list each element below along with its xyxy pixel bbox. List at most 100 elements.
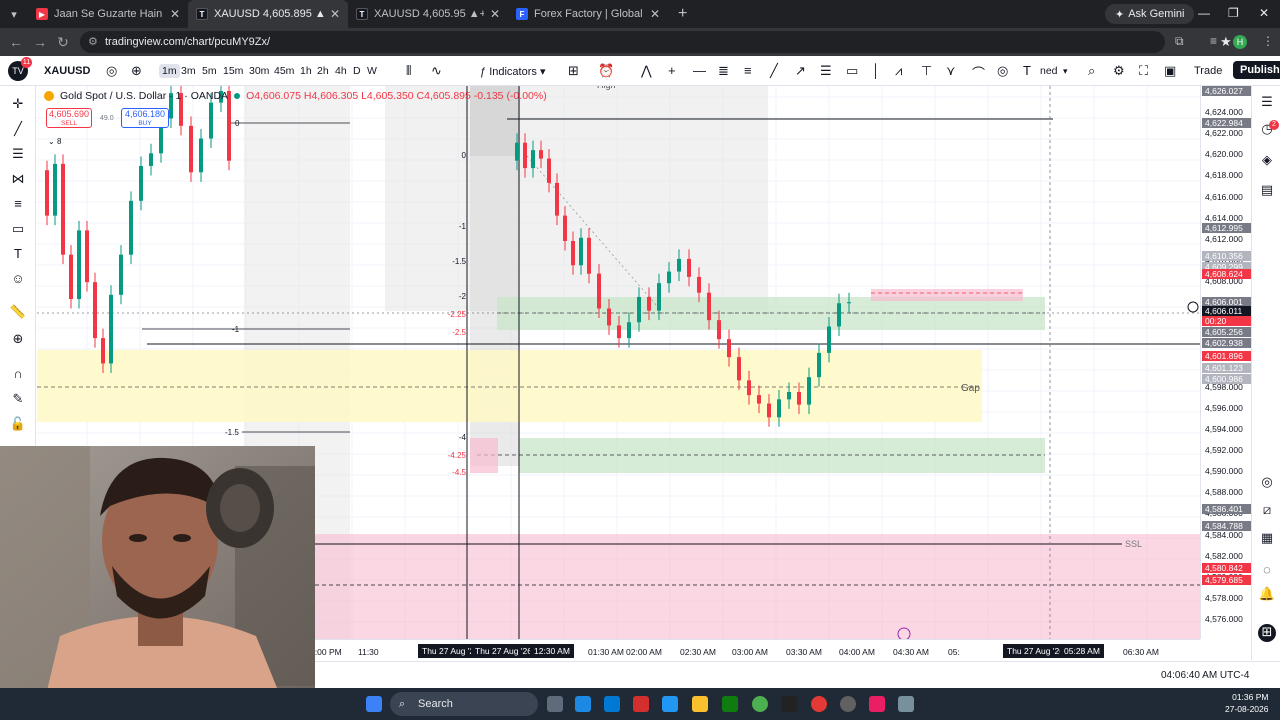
file-explorer-icon[interactable]: [692, 696, 708, 712]
zoom-search-icon[interactable]: ⌕: [1088, 63, 1095, 79]
circle-icon[interactable]: ◎: [997, 63, 1008, 79]
timeframe-15m[interactable]: 15m: [223, 65, 243, 77]
telegram-icon[interactable]: [869, 696, 885, 712]
settings-gear-icon[interactable]: ⚙: [1113, 63, 1125, 79]
watch-icon[interactable]: ◎: [106, 63, 117, 79]
red-app-icon[interactable]: [633, 696, 649, 712]
path-icon[interactable]: ⋎: [946, 63, 956, 79]
settings-app-icon[interactable]: [898, 696, 914, 712]
bookmark-star-icon[interactable]: ★: [1220, 31, 1232, 53]
alert-icon[interactable]: ⏰: [598, 63, 614, 79]
brush-icon[interactable]: ⌒: [972, 63, 985, 82]
crosshair-tool-icon[interactable]: +: [668, 63, 676, 78]
ask-gemini-button[interactable]: ✦ Ask Gemini: [1105, 4, 1195, 24]
timeframe-1h[interactable]: 1h: [300, 65, 312, 77]
url-input[interactable]: ⚙ tradingview.com/chart/pcuMY9Zx/ ★: [80, 31, 1232, 53]
timeframe-45m[interactable]: 45m: [274, 65, 294, 77]
vertical-line-icon[interactable]: │: [872, 63, 880, 78]
timeframe-30m[interactable]: 30m: [249, 65, 269, 77]
tab-xauusd-active[interactable]: T XAUUSD 4,605.895 ▲+0.24% U ✕: [188, 0, 348, 28]
crosshair-icon[interactable]: ✛: [9, 96, 27, 114]
emoji-icon[interactable]: ☺: [9, 271, 27, 289]
fib-tool-icon[interactable]: ☰: [9, 146, 27, 164]
ray-icon[interactable]: ↗: [795, 63, 806, 79]
magnet-icon[interactable]: ∩: [9, 366, 27, 384]
apps-grid-icon[interactable]: ⊞: [1258, 624, 1276, 642]
symbol-search[interactable]: XAUUSD: [44, 65, 90, 77]
saved-status[interactable]: ned: [1040, 65, 1058, 77]
tab-youtube[interactable]: ▶ Jaan Se Guzarte Hain (Lyrics ✕: [28, 0, 188, 28]
horizontal-line-icon[interactable]: —: [693, 63, 706, 78]
lock-icon[interactable]: 🔓: [9, 416, 27, 434]
utc-clock[interactable]: 04:06:40 AM UTC-4: [1161, 670, 1249, 681]
tab-close-icon[interactable]: ✕: [490, 7, 500, 21]
browser-menu-icon[interactable]: ⋮: [1262, 34, 1274, 48]
sell-button[interactable]: 4,605.690 SELL: [46, 108, 92, 128]
tab-close-icon[interactable]: ✕: [170, 7, 180, 21]
chrome-icon[interactable]: [752, 696, 768, 712]
zoom-in-icon[interactable]: ⊕: [9, 331, 27, 349]
timeframe-4h[interactable]: 4h: [335, 65, 347, 77]
trendline-tool-icon[interactable]: ╱: [9, 121, 27, 139]
camera-snapshot-icon[interactable]: ▣: [1164, 63, 1176, 79]
tab-search-icon[interactable]: ▾: [0, 0, 28, 28]
timeframe-1m[interactable]: 1m: [159, 64, 180, 78]
media-icon[interactable]: ≡: [1210, 34, 1217, 48]
forward-icon[interactable]: →: [28, 34, 52, 50]
timeframe-5m[interactable]: 5m: [202, 65, 217, 77]
minimize-icon[interactable]: —: [1198, 6, 1210, 20]
blue-app-icon[interactable]: [662, 696, 678, 712]
pattern-tool-icon[interactable]: ⋈: [9, 171, 27, 189]
pattern-icon[interactable]: ⋀: [641, 63, 652, 79]
target-icon[interactable]: ◎: [1258, 474, 1276, 492]
ideas-icon[interactable]: ⧄: [1258, 502, 1276, 520]
forecast-tool-icon[interactable]: ≡: [9, 196, 27, 214]
timeframe-D[interactable]: D: [353, 65, 361, 77]
price-axis[interactable]: 4,624.000 4,622.000 4,620.000 4,618.000 4,61…: [1200, 86, 1251, 639]
taskbar-search[interactable]: ⌕ Search: [390, 692, 538, 716]
restore-icon[interactable]: ❐: [1228, 6, 1239, 20]
timeframe-2h[interactable]: 2h: [317, 65, 329, 77]
profile-avatar[interactable]: H: [1233, 35, 1247, 49]
ruler-icon[interactable]: 📏: [9, 304, 27, 322]
save-dropdown-icon[interactable]: ▾: [1063, 66, 1068, 77]
calendar-icon[interactable]: ▦: [1258, 530, 1276, 548]
tv-logo-icon[interactable]: TV 11: [8, 57, 32, 81]
buy-button[interactable]: 4,606.180 BUY: [121, 108, 169, 128]
reload-icon[interactable]: ↻: [51, 34, 75, 51]
fib-retrace-icon[interactable]: ☰: [820, 63, 832, 79]
dark-app-icon[interactable]: [781, 696, 797, 712]
task-view-icon[interactable]: [547, 696, 563, 712]
notifications-bell-icon[interactable]: 🔔: [1258, 586, 1276, 604]
taskbar-clock[interactable]: 01:36 PM 27-08-2026: [1225, 691, 1268, 715]
outlook-icon[interactable]: [575, 696, 591, 712]
text-tool-icon[interactable]: T: [9, 246, 27, 264]
layouts-icon[interactable]: ⊞: [568, 63, 579, 79]
timeframe-W[interactable]: W: [367, 65, 377, 77]
shape-tool-icon[interactable]: ▭: [9, 221, 27, 239]
tab-xauusd-2[interactable]: T XAUUSD 4,605.95 ▲+0.25% U ✕: [348, 0, 508, 28]
layers-icon[interactable]: ◈: [1258, 152, 1276, 170]
fullscreen-icon[interactable]: ⛶: [1139, 63, 1148, 79]
fib-icon[interactable]: ≣: [718, 63, 729, 79]
tab-forexfactory[interactable]: F Forex Factory | Global markets f ✕: [508, 0, 668, 28]
rectangle-icon[interactable]: ▭: [846, 63, 858, 79]
store-icon[interactable]: [604, 696, 620, 712]
tab-close-icon[interactable]: ✕: [330, 7, 340, 21]
streams-icon[interactable]: ◌: [1258, 562, 1276, 580]
indicators-button[interactable]: ƒ Indicators ▾: [480, 65, 545, 78]
trade-button[interactable]: Trade: [1194, 65, 1222, 77]
watchlist-icon[interactable]: ☰: [1258, 94, 1276, 112]
lock-drawing-icon[interactable]: ✎: [9, 391, 27, 409]
window-close-icon[interactable]: ✕: [1259, 6, 1269, 20]
indicator-count[interactable]: ⌄ 8: [48, 137, 61, 146]
chat-icon[interactable]: ▤: [1258, 182, 1276, 200]
parallel-channel-icon[interactable]: ≡: [744, 63, 752, 78]
timeframe-3m[interactable]: 3m: [181, 65, 196, 77]
chrome-2-icon[interactable]: [811, 696, 827, 712]
back-icon[interactable]: ←: [4, 34, 28, 50]
text-anchor-icon[interactable]: ⊤: [921, 63, 932, 79]
windows-start-icon[interactable]: [366, 696, 382, 712]
compare-add-icon[interactable]: ⊕: [131, 63, 142, 79]
new-tab-button[interactable]: +: [668, 5, 697, 23]
